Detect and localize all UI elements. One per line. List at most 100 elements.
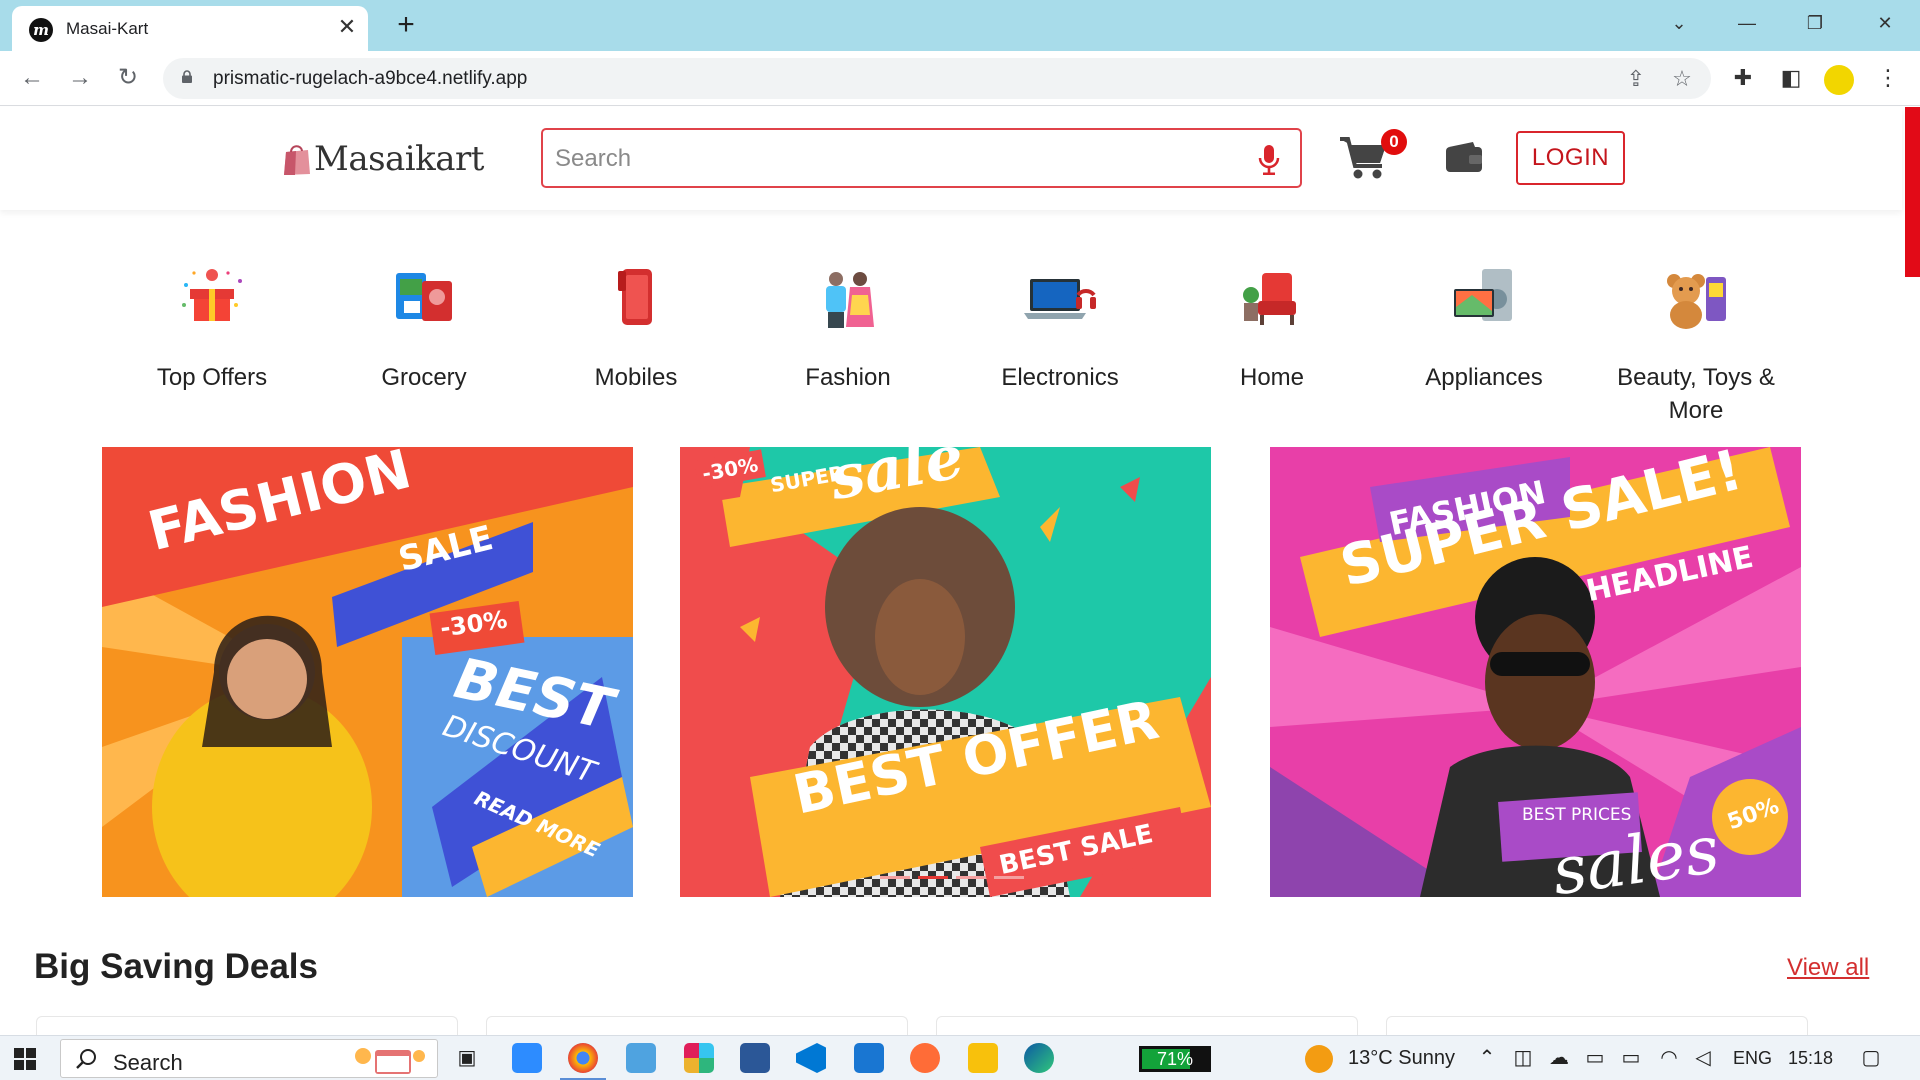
edge-app-icon[interactable] bbox=[1024, 1043, 1054, 1073]
wifi-icon[interactable]: ◠ bbox=[1656, 1045, 1682, 1070]
laptop-icon bbox=[1018, 255, 1102, 339]
login-button[interactable]: LOGIN bbox=[1516, 131, 1625, 185]
category-label: Top Offers bbox=[156, 364, 268, 391]
search-input[interactable] bbox=[555, 142, 1235, 176]
site-header: Masaikart 0 LOGIN bbox=[0, 107, 1902, 210]
back-arrow-icon[interactable]: ← bbox=[15, 61, 49, 95]
category-label: Beauty, Toys & More bbox=[1617, 364, 1775, 424]
task-view-icon[interactable]: ▣ bbox=[454, 1045, 480, 1070]
promo-banner-best-offer[interactable]: -30% SUPER sale BEST OFFER BEST SALE bbox=[680, 447, 1211, 897]
reload-icon[interactable]: ↻ bbox=[111, 61, 145, 95]
browser-tab[interactable]: m Masai-Kart ✕ bbox=[12, 6, 368, 51]
promo-banner-fashion-sale[interactable]: FASHION SALE -30% BEST DISCOUNT READ MOR… bbox=[102, 447, 633, 897]
category-label: Appliances bbox=[1425, 364, 1543, 391]
minimize-icon[interactable]: — bbox=[1727, 6, 1767, 40]
site-logo[interactable]: Masaikart bbox=[282, 137, 484, 181]
taskbar-search-box[interactable]: Search bbox=[60, 1039, 438, 1078]
category-grocery[interactable]: Grocery bbox=[324, 255, 524, 394]
search-field[interactable] bbox=[541, 128, 1302, 188]
notifications-icon[interactable]: ▢ bbox=[1858, 1045, 1884, 1070]
window-close-icon[interactable]: ✕ bbox=[1865, 6, 1905, 40]
url-text: prismatic-rugelach-a9bce4.netlify.app bbox=[213, 68, 528, 89]
battery-meter: 71% bbox=[1139, 1046, 1211, 1072]
mail-app-icon[interactable] bbox=[854, 1043, 884, 1073]
side-panel-icon[interactable]: ◧ bbox=[1776, 63, 1806, 93]
chrome-app-icon[interactable] bbox=[568, 1043, 598, 1073]
zoom-app-icon[interactable] bbox=[512, 1043, 542, 1073]
weather-sun-icon[interactable] bbox=[1305, 1045, 1333, 1073]
category-mobiles[interactable]: Mobiles bbox=[536, 255, 736, 394]
category-label: Mobiles bbox=[594, 364, 678, 391]
appliances-icon bbox=[1442, 255, 1526, 339]
armchair-icon bbox=[1230, 255, 1314, 339]
category-label: Home bbox=[1239, 364, 1305, 391]
category-label: Electronics bbox=[1001, 364, 1119, 391]
section-title: Big Saving Deals bbox=[34, 947, 318, 986]
bookmark-star-icon[interactable]: ☆ bbox=[1669, 66, 1695, 92]
file-explorer-icon[interactable] bbox=[968, 1043, 998, 1073]
promo-banner-super-sale[interactable]: FASHION SUPER SALE! HEADLINE BEST PRICES… bbox=[1270, 447, 1801, 897]
carousel-dot[interactable] bbox=[994, 876, 1024, 879]
page-scrollbar-thumb[interactable] bbox=[1905, 107, 1920, 277]
shopping-bag-icon bbox=[284, 145, 310, 175]
word-app-icon[interactable] bbox=[740, 1043, 770, 1073]
logo-text: Masaikart bbox=[314, 139, 484, 179]
teddy-bear-icon bbox=[1654, 255, 1738, 339]
fashion-icon bbox=[806, 255, 890, 339]
onedrive-cloud-icon[interactable]: ☁ bbox=[1546, 1045, 1572, 1070]
deal-card[interactable] bbox=[1386, 1016, 1808, 1036]
gift-icon bbox=[170, 255, 254, 339]
carousel-dot[interactable] bbox=[880, 876, 910, 879]
tray-overflow-chevron-icon[interactable]: ⌃ bbox=[1474, 1045, 1500, 1070]
new-tab-button[interactable]: + bbox=[390, 9, 422, 41]
carousel-dot[interactable] bbox=[956, 876, 986, 879]
os-taskbar: Search ▣ 71% 13°C Sunny ⌃ ◫ ☁ ▭ ▭ ◠ ◁ EN… bbox=[0, 1035, 1920, 1080]
browser-tabstrip: m Masai-Kart ✕ + ⌄ — ❐ ✕ bbox=[0, 0, 1920, 51]
view-all-link[interactable]: View all bbox=[1787, 954, 1869, 982]
vscode-app-icon[interactable] bbox=[796, 1043, 826, 1073]
carousel-dot-active[interactable] bbox=[918, 876, 948, 879]
category-label: Grocery bbox=[381, 364, 467, 391]
share-icon[interactable]: ⇪ bbox=[1623, 66, 1649, 92]
category-appliances[interactable]: Appliances bbox=[1384, 255, 1584, 394]
category-beauty-toys[interactable]: Beauty, Toys & More bbox=[1596, 255, 1796, 427]
browser-menu-icon[interactable]: ⋮ bbox=[1873, 63, 1903, 93]
category-fashion[interactable]: Fashion bbox=[748, 255, 948, 394]
extensions-puzzle-icon[interactable]: ✚ bbox=[1728, 63, 1758, 93]
category-label: Fashion bbox=[805, 364, 891, 391]
mobile-phone-icon bbox=[594, 255, 678, 339]
tab-close-icon[interactable]: ✕ bbox=[335, 15, 359, 39]
deal-card[interactable] bbox=[36, 1016, 458, 1036]
lock-icon bbox=[182, 70, 192, 83]
deal-card[interactable] bbox=[936, 1016, 1358, 1036]
browser-toolbar: ← → ↻ prismatic-rugelach-a9bce4.netlify.… bbox=[0, 51, 1920, 106]
taskbar-search-label: Search bbox=[113, 1050, 183, 1075]
address-bar[interactable]: prismatic-rugelach-a9bce4.netlify.app ⇪ … bbox=[163, 58, 1711, 99]
battery-percent: 71% bbox=[1156, 1049, 1194, 1069]
volume-icon[interactable]: ◁ bbox=[1690, 1045, 1716, 1070]
wallet-icon[interactable] bbox=[1445, 141, 1483, 173]
category-home[interactable]: Home bbox=[1172, 255, 1372, 394]
cart-count-badge: 0 bbox=[1381, 129, 1407, 155]
profile-avatar[interactable] bbox=[1824, 65, 1854, 95]
banner-promo-title: BEST PRICES bbox=[1522, 805, 1632, 825]
display-icon[interactable]: ▭ bbox=[1582, 1045, 1608, 1070]
weather-text[interactable]: 13°C Sunny bbox=[1348, 1047, 1455, 1070]
language-indicator[interactable]: ENG bbox=[1733, 1048, 1772, 1069]
battery-icon[interactable]: ▭ bbox=[1618, 1045, 1644, 1070]
meet-now-icon[interactable]: ◫ bbox=[1510, 1045, 1536, 1070]
postman-app-icon[interactable] bbox=[910, 1043, 940, 1073]
category-top-offers[interactable]: Top Offers bbox=[112, 255, 312, 394]
tab-search-chevron-icon[interactable]: ⌄ bbox=[1659, 6, 1699, 40]
deal-card[interactable] bbox=[486, 1016, 908, 1036]
grocery-icon bbox=[382, 255, 466, 339]
file-app-icon[interactable] bbox=[626, 1043, 656, 1073]
forward-arrow-icon[interactable]: → bbox=[63, 61, 97, 95]
tab-title: Masai-Kart bbox=[66, 19, 149, 38]
restore-icon[interactable]: ❐ bbox=[1795, 6, 1835, 40]
clock-time[interactable]: 15:18 bbox=[1788, 1048, 1833, 1069]
category-electronics[interactable]: Electronics bbox=[960, 255, 1160, 394]
slack-app-icon[interactable] bbox=[684, 1043, 714, 1073]
windows-start-icon[interactable] bbox=[14, 1048, 36, 1070]
microphone-icon[interactable] bbox=[1256, 144, 1282, 176]
